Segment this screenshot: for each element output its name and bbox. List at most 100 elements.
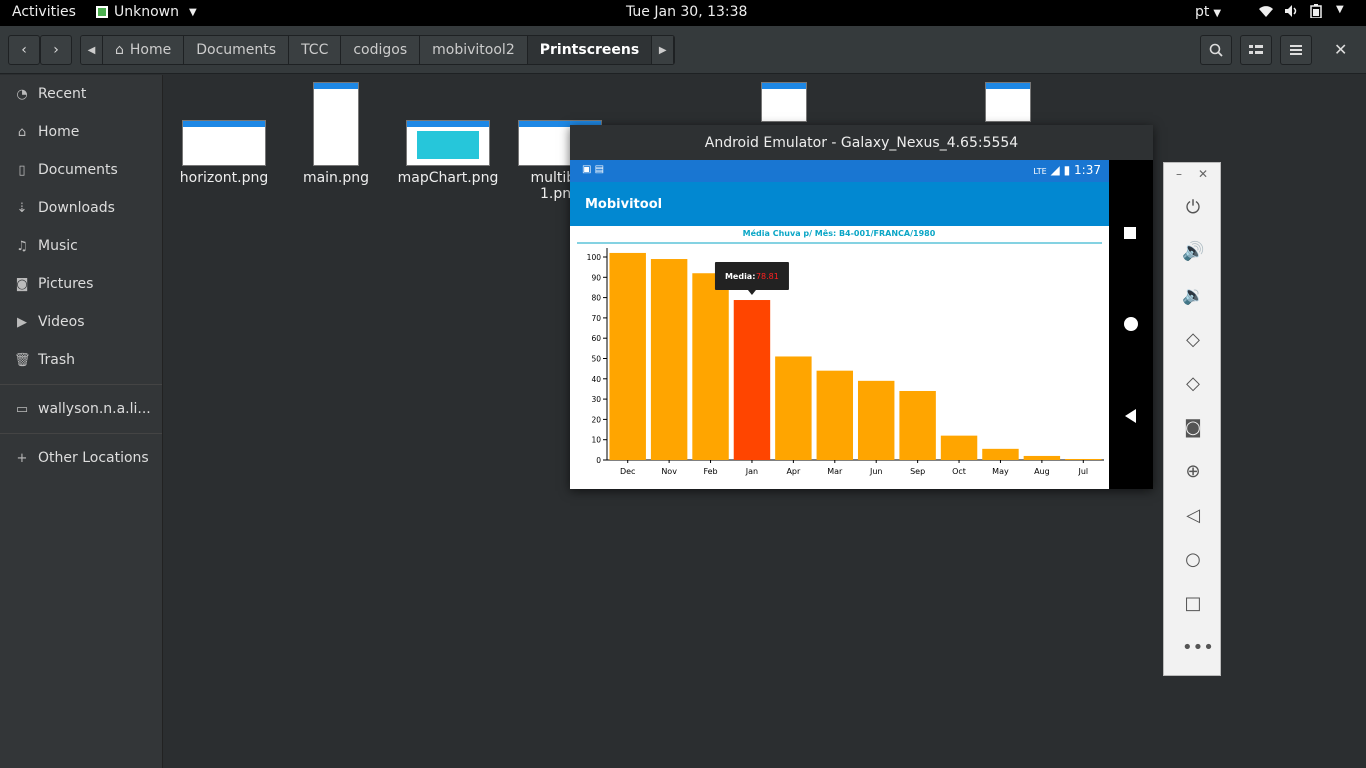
- clock[interactable]: Tue Jan 30, 13:38: [626, 4, 747, 20]
- sidebar-item-home[interactable]: ⌂ Home: [0, 113, 162, 151]
- y-tick-label: 30: [591, 395, 601, 404]
- forward-button[interactable]: ›: [40, 35, 72, 65]
- file-thumbnail: [406, 120, 490, 166]
- plus-icon: +: [16, 450, 28, 466]
- breadcrumb-label: Home: [129, 42, 172, 58]
- search-icon: [1209, 43, 1223, 57]
- x-tick-label: Dec: [620, 467, 635, 476]
- breadcrumb-documents[interactable]: Documents: [184, 36, 290, 64]
- device-screen[interactable]: ▣ ▤ LTE ◢ ▮ 1:37 Mobivitool Média Chuva …: [570, 160, 1109, 489]
- sidebar-item-trash[interactable]: 🗑 Trash: [0, 341, 162, 379]
- breadcrumb-scroll-right[interactable]: ▶: [652, 36, 675, 64]
- sidebar-item-other-locations[interactable]: + Other Locations: [0, 439, 162, 477]
- chart-bar: [816, 370, 854, 460]
- language-selector[interactable]: pt ▼: [1195, 4, 1221, 20]
- view-toggle-button[interactable]: [1240, 35, 1272, 65]
- sidebar-item-label: Recent: [38, 86, 87, 102]
- y-tick-label: 60: [591, 334, 601, 343]
- file-item[interactable]: mapChart.png: [393, 120, 503, 186]
- x-tick-label: Aug: [1034, 467, 1050, 476]
- language-label: pt: [1195, 4, 1210, 20]
- x-tick-label: Mar: [827, 467, 843, 476]
- rotate-left-button[interactable]: ◇: [1182, 329, 1204, 351]
- zoom-button[interactable]: ⊕: [1182, 461, 1204, 483]
- back-button[interactable]: [1124, 408, 1138, 423]
- y-tick-label: 70: [591, 314, 601, 323]
- bar-chart[interactable]: Média Chuva p/ Mês: B4-001/FRANCA/1980 0 1…: [570, 226, 1109, 489]
- sidebar-item-label: Music: [38, 238, 78, 254]
- home-circle-icon: ○: [1185, 549, 1201, 570]
- sidebar-item-label: Trash: [38, 352, 75, 368]
- y-tick-label: 0: [596, 456, 601, 465]
- app-menu[interactable]: Unknown ▼: [96, 4, 197, 20]
- volume-down-button[interactable]: 🔉: [1182, 285, 1204, 307]
- files-header-bar: ‹ › ◀ ⌂ Home Documents TCC codigos mobivi…: [0, 26, 1366, 74]
- back-control-button[interactable]: ◁: [1182, 505, 1204, 527]
- chart-title: Média Chuva p/ Mês: B4-001/FRANCA/1980: [743, 228, 936, 238]
- sidebar-item-pictures[interactable]: ◙ Pictures: [0, 265, 162, 303]
- breadcrumb-codigos[interactable]: codigos: [341, 36, 421, 64]
- close-emulator-button[interactable]: ✕: [1198, 167, 1208, 181]
- emulator-titlebar[interactable]: Android Emulator - Galaxy_Nexus_4.65:555…: [570, 125, 1153, 160]
- breadcrumb-printscreens[interactable]: Printscreens: [527, 36, 653, 64]
- breadcrumb-mobivitool2[interactable]: mobivitool2: [420, 36, 528, 64]
- screenshot-button[interactable]: ◙: [1182, 417, 1204, 439]
- file-thumbnail[interactable]: [985, 82, 1031, 122]
- camera-icon: ◙: [15, 276, 29, 292]
- camera-icon: ◙: [1184, 417, 1202, 438]
- y-tick-label: 100: [587, 253, 602, 262]
- rotate-right-button[interactable]: ◇: [1182, 373, 1204, 395]
- activities-button[interactable]: Activities: [12, 4, 76, 20]
- emulator-window[interactable]: Android Emulator - Galaxy_Nexus_4.65:555…: [570, 125, 1153, 489]
- y-tick-label: 90: [591, 273, 601, 282]
- volume-down-icon: 🔉: [1182, 285, 1205, 306]
- home-icon: ⌂: [17, 124, 27, 140]
- close-window-button[interactable]: ✕: [1334, 40, 1347, 59]
- breadcrumb-label: TCC: [301, 42, 329, 58]
- x-tick-label: Nov: [661, 467, 677, 476]
- sidebar-item-label: Other Locations: [38, 450, 149, 466]
- file-thumbnail[interactable]: [761, 82, 807, 122]
- system-menu[interactable]: ▼: [1258, 4, 1344, 22]
- tooltip-label: Media:: [725, 272, 755, 281]
- minimize-button[interactable]: –: [1176, 167, 1182, 181]
- back-button[interactable]: ‹: [8, 35, 40, 65]
- search-button[interactable]: [1200, 35, 1232, 65]
- x-tick-label: Oct: [952, 467, 966, 476]
- breadcrumb-scroll-left[interactable]: ◀: [81, 36, 103, 64]
- power-icon: ⏻: [1185, 197, 1201, 218]
- status-time: 1:37: [1074, 163, 1101, 177]
- wifi-icon: [1258, 4, 1274, 22]
- chevron-right-icon: ›: [53, 42, 59, 58]
- sidebar-item-downloads[interactable]: ⇣ Downloads: [0, 189, 162, 227]
- clock-icon: ◔: [16, 86, 28, 102]
- menu-button[interactable]: [1280, 35, 1312, 65]
- breadcrumb-tcc[interactable]: TCC: [289, 36, 342, 64]
- sidebar-item-videos[interactable]: ▶ Videos: [0, 303, 162, 341]
- signal-icon: ◢: [1050, 163, 1060, 177]
- emulator-controls: – ✕ ⏻ 🔊 🔉 ◇ ◇ ◙ ⊕ ◁ ○ □ •••: [1163, 162, 1221, 676]
- notification-icons: ▣ ▤: [582, 164, 605, 175]
- volume-up-icon: 🔊: [1182, 241, 1205, 262]
- sidebar-item-documents[interactable]: ▯ Documents: [0, 151, 162, 189]
- file-item[interactable]: horizont.png: [169, 120, 279, 186]
- battery-icon: [1310, 4, 1322, 22]
- x-tick-label: May: [992, 467, 1009, 476]
- volume-up-button[interactable]: 🔊: [1182, 241, 1204, 263]
- sidebar-item-device[interactable]: ▭ wallyson.n.a.li...: [0, 390, 162, 428]
- file-item[interactable]: main.png: [281, 82, 391, 186]
- tooltip-pointer: [747, 290, 756, 296]
- overview-control-button[interactable]: □: [1182, 593, 1204, 615]
- recents-button[interactable]: [1124, 227, 1136, 239]
- video-icon: ▶: [17, 314, 27, 330]
- home-button[interactable]: [1124, 317, 1138, 331]
- power-button[interactable]: ⏻: [1182, 197, 1204, 219]
- breadcrumb-home[interactable]: ⌂ Home: [103, 36, 185, 64]
- sidebar-item-label: Documents: [38, 162, 118, 178]
- sidebar-item-music[interactable]: ♫ Music: [0, 227, 162, 265]
- more-button[interactable]: •••: [1182, 637, 1214, 659]
- home-control-button[interactable]: ○: [1182, 549, 1204, 571]
- sidebar-item-recent[interactable]: ◔ Recent: [0, 75, 162, 113]
- sidebar-divider: [0, 384, 162, 385]
- sidebar-item-label: Pictures: [38, 276, 94, 292]
